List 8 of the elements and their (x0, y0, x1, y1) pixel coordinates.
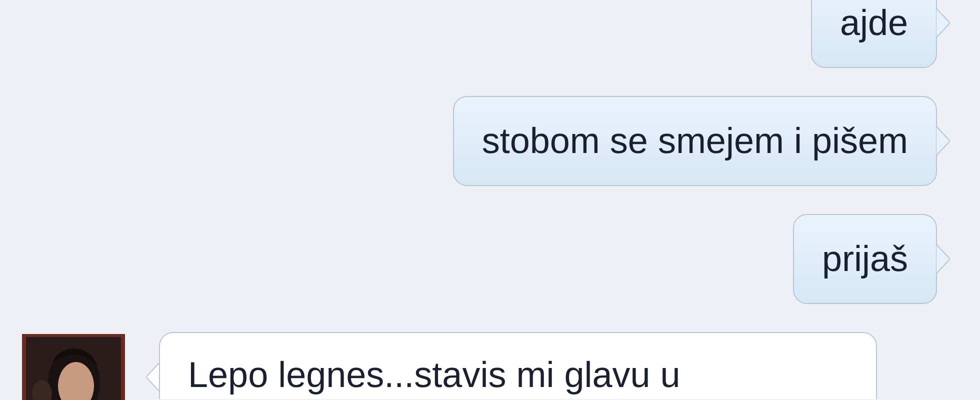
message-bubble: prijaš (792, 214, 937, 304)
bubble-tail (936, 8, 950, 38)
bubble-tail (936, 126, 950, 156)
message-bubble: Lepo legnes...stavis mi glavu u (159, 332, 877, 399)
bubble-tail (936, 244, 950, 274)
bubble-tail (146, 362, 160, 392)
message-bubble: stobom se smejem i pišem (452, 96, 937, 186)
message-bubble: ajde (810, 0, 937, 68)
